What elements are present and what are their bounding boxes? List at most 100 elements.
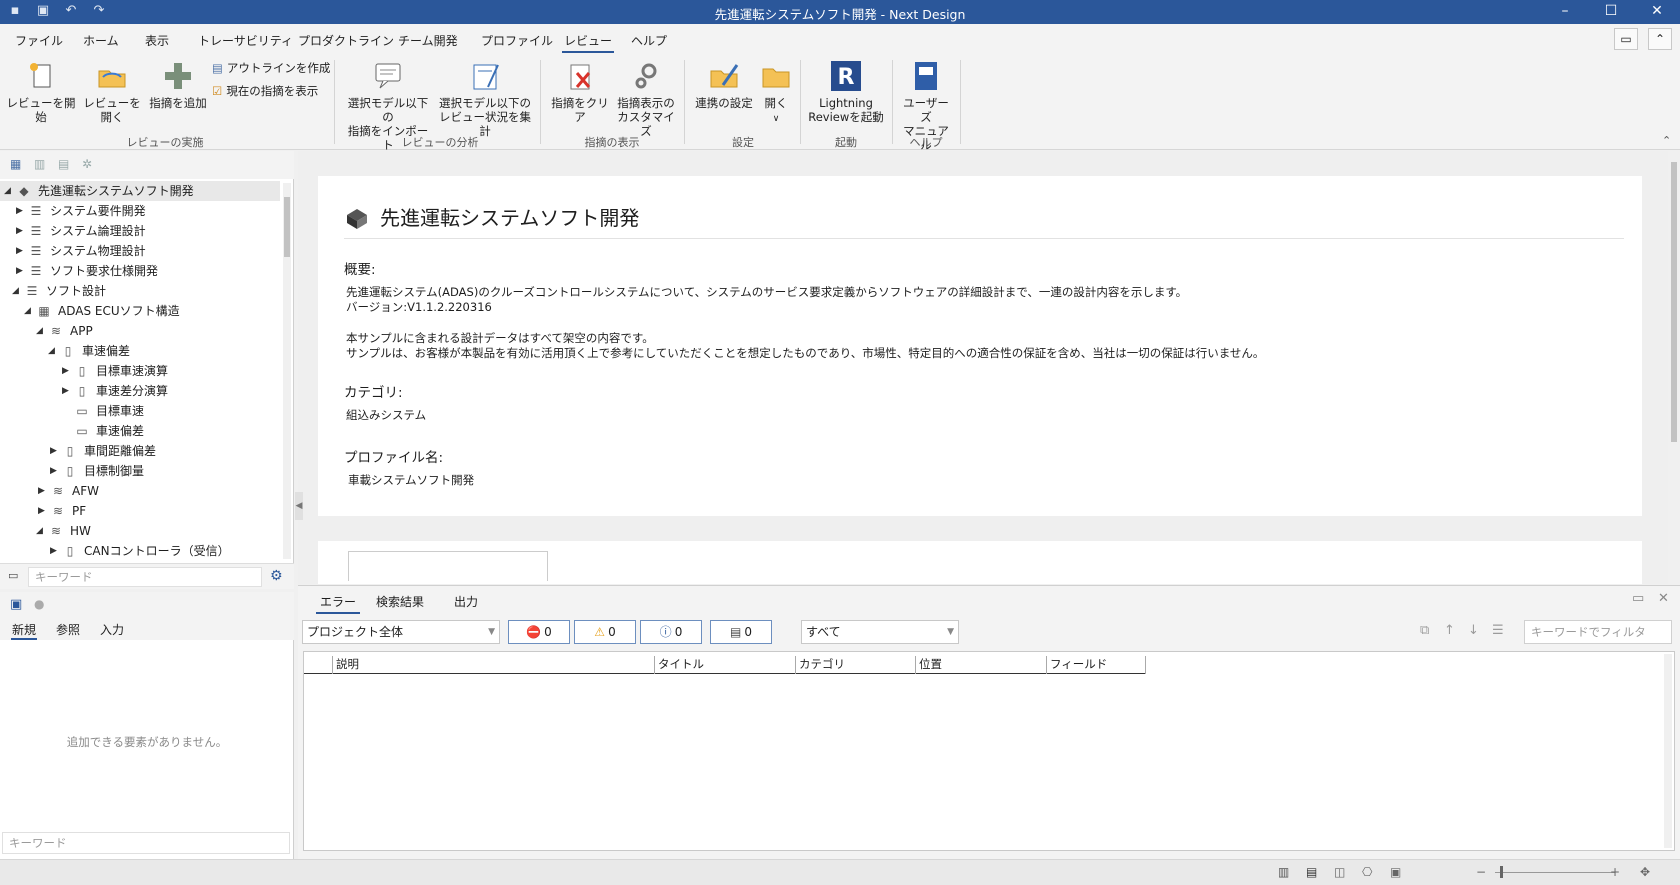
edit-chart-icon [473, 64, 499, 90]
warning-count-toggle[interactable]: ⚠ 0 [574, 620, 636, 644]
collapse-all-icon[interactable]: ⧉ [1420, 623, 1429, 638]
tree-scrollbar[interactable] [283, 183, 291, 559]
tree-node[interactable]: ◢ ☰ ソフト設計 [12, 281, 106, 301]
tree-node[interactable]: ▶ ☰ システム物理設計 [16, 241, 146, 261]
tab-team-development[interactable]: チーム開発 [398, 32, 458, 49]
scope-select[interactable]: プロジェクト全体 ▼ [302, 620, 500, 644]
tree-node[interactable]: ▶ ≋ PF [38, 501, 86, 521]
zoom-slider[interactable] [1495, 872, 1615, 873]
tab-input[interactable]: 入力 [100, 621, 124, 638]
filter-circle-icon[interactable]: ● [34, 597, 44, 611]
tree-node[interactable]: ▶ ☰ ソフト要求仕様開発 [16, 261, 158, 281]
zoom-in-icon[interactable]: + [1610, 865, 1620, 879]
tree-node[interactable]: ◢ ◆ 先進運転システムソフト開発 [0, 181, 280, 201]
tab-new[interactable]: 新規 [10, 621, 38, 640]
start-review-button[interactable]: レビューを開始 [6, 59, 76, 124]
tree-node[interactable]: ◢ ≋ HW [36, 521, 91, 541]
column-header-location[interactable]: 位置 [915, 656, 1046, 674]
tree-node[interactable]: ▶ ▯ 目標制御量 [50, 461, 144, 481]
column-header-category[interactable]: カテゴリ [795, 656, 915, 674]
document-scrollbar[interactable] [1670, 152, 1678, 584]
minimize-button[interactable]: – [1542, 0, 1588, 24]
tab-view[interactable]: 表示 [145, 32, 169, 49]
info-count-toggle[interactable]: ⓘ 0 [640, 620, 702, 644]
tab-help[interactable]: ヘルプ [631, 32, 667, 49]
aggregate-review-button[interactable]: 選択モデル以下の レビュー状況を集計 [436, 59, 534, 138]
tab-traceability[interactable]: トレーサビリティ [198, 32, 293, 49]
tab-home[interactable]: ホーム [83, 32, 119, 49]
arrow-down-icon[interactable]: ↓ [1468, 623, 1479, 638]
column-header-field[interactable]: フィールド [1046, 656, 1146, 674]
clear-comments-button[interactable]: 指摘をクリア [548, 59, 612, 124]
column-header-description[interactable]: 説明 [332, 656, 654, 674]
tree-layout-icon[interactable]: ▦ [10, 157, 26, 173]
tab-review[interactable]: レビュー [561, 32, 615, 53]
tree-copy-icon[interactable]: ▤ [58, 157, 74, 173]
chevron-down-icon: ▼ [947, 627, 954, 637]
tree-node[interactable]: ◢ ▦ ADAS ECUソフト構造 [24, 301, 180, 321]
list-icon: ☰ [26, 284, 38, 298]
tab-reference[interactable]: 参照 [56, 621, 80, 638]
tab-product-line[interactable]: プロダクトライン [298, 32, 394, 49]
severity-select[interactable]: すべて ▼ [801, 620, 959, 644]
launch-lightning-review-button[interactable]: R Lightning Reviewを起動 [806, 59, 886, 124]
list-icon: ☰ [30, 224, 42, 238]
zoom-slider-thumb[interactable] [1500, 866, 1503, 878]
structure-icon: ▦ [38, 304, 50, 318]
tree-node[interactable]: ▶ ☰ システム論理設計 [16, 221, 146, 241]
toolbox-icon[interactable]: ▣ [10, 597, 22, 612]
tree-node[interactable]: ▶ ☰ システム要件開発 [16, 201, 146, 221]
tree-node[interactable]: ◢ ▯ 車速偏差 [48, 341, 130, 361]
filter-keyword-input[interactable]: キーワードでフィルタ [1524, 620, 1672, 644]
tree-keyword-input[interactable]: キーワード [28, 567, 262, 587]
close-panel-icon[interactable]: ✕ [1658, 591, 1669, 606]
table-scrollbar[interactable] [1664, 654, 1672, 848]
open-button[interactable]: 開く ∨ [758, 59, 794, 126]
tree-node[interactable]: ▭ 目標車速 [62, 401, 144, 421]
clear-list-icon[interactable]: ☰ [1492, 623, 1504, 638]
tree-node[interactable]: ▶ ≋ AFW [38, 481, 99, 501]
feedback-button[interactable]: ▭ [1614, 28, 1638, 50]
zoom-out-icon[interactable]: − [1476, 865, 1486, 879]
fit-icon[interactable]: ✥ [1640, 865, 1650, 879]
tree-node[interactable]: ▭ 車速偏差 [62, 421, 144, 441]
create-outline-button[interactable]: ▤ アウトラインを作成 [212, 60, 330, 76]
customize-display-button[interactable]: 指摘表示の カスタマイズ [614, 59, 678, 138]
tree-tool-icon[interactable]: ▥ [34, 157, 50, 173]
open-review-button[interactable]: レビューを開く [80, 59, 144, 124]
maximize-panel-icon[interactable]: ▭ [1632, 591, 1644, 606]
filter-settings-icon[interactable]: ⚙ [270, 568, 283, 584]
tree-node[interactable]: ◢ ≋ APP [36, 321, 93, 341]
collapse-pane-button[interactable]: ◀ [295, 492, 303, 520]
layout-single-icon[interactable]: ▥ [1278, 865, 1289, 879]
show-current-comment-button[interactable]: ☑ 現在の指摘を表示 [212, 83, 318, 99]
tree-node[interactable]: ▶ ▯ CANコントローラ（受信） [50, 541, 230, 561]
tab-search-results[interactable]: 検索結果 [376, 593, 424, 610]
tab-profile[interactable]: プロファイル [481, 32, 553, 49]
column-header-title[interactable]: タイトル [654, 656, 795, 674]
chevron-up-icon[interactable]: ⌃ [1662, 134, 1671, 147]
screen-settings-icon[interactable]: ▣ [1390, 865, 1401, 879]
layout-split-icon[interactable]: ▤ [1306, 865, 1317, 879]
profile-value: 車載システムソフト開発 [348, 473, 475, 487]
tab-output[interactable]: 出力 [454, 593, 478, 610]
palette-keyword-input[interactable]: キーワード [2, 832, 290, 854]
layout-columns-icon[interactable]: ◫ [1334, 865, 1345, 879]
chevron-down-icon: ▼ [488, 627, 495, 637]
tree-node[interactable]: ▶ ▯ 車間距離偏差 [50, 441, 156, 461]
network-icon[interactable]: ⎔ [1362, 865, 1372, 879]
tree-node[interactable]: ▶ ▯ 目標車速演算 [62, 361, 168, 381]
collapse-ribbon-button[interactable]: ⌃ [1648, 28, 1672, 50]
tree-settings-icon[interactable]: ✲ [82, 157, 98, 173]
arrow-up-icon[interactable]: ↑ [1444, 623, 1455, 638]
error-count-toggle[interactable]: ⛔ 0 [508, 620, 570, 644]
maximize-button[interactable]: ☐ [1588, 0, 1634, 24]
add-comment-button[interactable]: 指摘を追加 [148, 59, 208, 110]
tree-node[interactable]: ▶ ▯ 車速差分演算 [62, 381, 168, 401]
link-settings-button[interactable]: 連携の設定 [692, 59, 756, 110]
close-button[interactable]: ✕ [1634, 0, 1680, 24]
table-header: 説明 タイトル カテゴリ 位置 フィールド [304, 652, 1146, 674]
message-count-toggle[interactable]: ▤ 0 [710, 620, 772, 644]
tab-errors[interactable]: エラー [315, 593, 361, 614]
tab-file[interactable]: ファイル [15, 32, 63, 49]
